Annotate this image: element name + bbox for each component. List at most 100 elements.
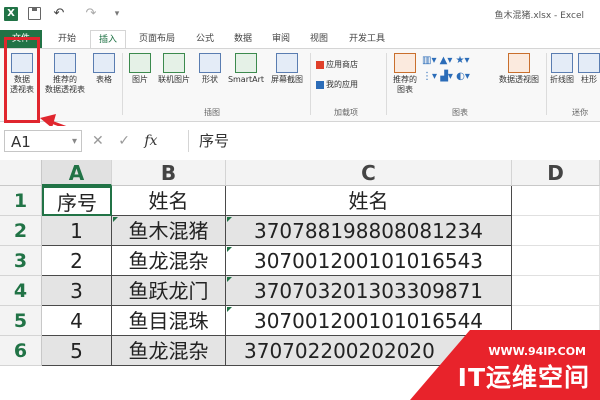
column-header-b[interactable]: B xyxy=(112,160,226,186)
cell-c2[interactable]: 370788198808081234 xyxy=(226,216,512,246)
cell-b5[interactable]: 鱼目混珠 xyxy=(112,306,226,336)
tab-developer[interactable]: 开发工具 xyxy=(342,30,392,48)
cell-b6[interactable]: 鱼龙混杂 xyxy=(112,336,226,366)
cell-a4[interactable]: 3 xyxy=(42,276,112,306)
column-header-c[interactable]: C xyxy=(226,160,512,186)
table-button[interactable]: 表格 xyxy=(90,53,118,85)
recommended-charts-button[interactable]: 推荐的 图表 xyxy=(390,53,420,95)
undo-icon[interactable]: ↶ xyxy=(52,7,66,21)
tab-home[interactable]: 开始 xyxy=(50,30,84,48)
select-all-corner[interactable] xyxy=(0,160,42,186)
tab-review[interactable]: 审阅 xyxy=(266,30,296,48)
cell-a6[interactable]: 5 xyxy=(42,336,112,366)
excel-logo-icon: X xyxy=(4,7,18,21)
screenshot-icon xyxy=(276,53,298,73)
recommended-pivot-icon xyxy=(54,53,76,73)
row-header[interactable]: 5 xyxy=(0,306,42,336)
tab-page-layout[interactable]: 页面布局 xyxy=(132,30,182,48)
cell-d4[interactable] xyxy=(512,276,600,306)
error-indicator-icon xyxy=(227,247,232,252)
row-header[interactable]: 6 xyxy=(0,336,42,366)
tab-insert[interactable]: 插入 xyxy=(90,30,126,50)
table-icon xyxy=(93,53,115,73)
sparkline-column-label: 柱形 xyxy=(581,75,597,84)
app-store-button[interactable]: 应用商店 xyxy=(316,59,358,71)
ribbon-tabs: 文件 开始 插入 页面布局 公式 数据 审阅 视图 开发工具 xyxy=(0,30,600,50)
shapes-icon xyxy=(199,53,221,73)
highlight-box xyxy=(4,37,40,123)
row-header[interactable]: 3 xyxy=(0,246,42,276)
redo-icon[interactable]: ↷ xyxy=(84,7,98,21)
row-header[interactable]: 1 xyxy=(0,186,42,216)
name-box[interactable]: A1 xyxy=(4,130,82,153)
ribbon-separator xyxy=(546,53,547,115)
column-header-a[interactable]: A xyxy=(42,160,112,186)
cell-d2[interactable] xyxy=(512,216,600,246)
online-picture-button[interactable]: 联机图片 xyxy=(154,53,194,85)
cell-d3[interactable] xyxy=(512,246,600,276)
cell-a5[interactable]: 4 xyxy=(42,306,112,336)
group-label-charts: 图表 xyxy=(452,108,468,117)
cancel-icon[interactable]: ✕ xyxy=(92,133,104,149)
group-label-addins: 加载项 xyxy=(334,108,358,117)
sparkline-line-button[interactable]: 折线图 xyxy=(548,53,576,85)
shapes-button[interactable]: 形状 xyxy=(196,53,224,85)
cell-b1[interactable]: 姓名 xyxy=(112,186,226,216)
error-indicator-icon xyxy=(113,217,118,222)
store-icon xyxy=(316,60,324,69)
sparkline-line-label: 折线图 xyxy=(550,75,574,84)
cell-b4[interactable]: 鱼跃龙门 xyxy=(112,276,226,306)
cell-c1[interactable]: 姓名 xyxy=(226,186,512,216)
sparkline-column-button[interactable]: 柱形 xyxy=(578,53,600,85)
online-picture-icon xyxy=(163,53,185,73)
error-indicator-icon xyxy=(227,217,232,222)
recommended-charts-icon xyxy=(394,53,416,73)
cell-c3[interactable]: 307001200101016543 xyxy=(226,246,512,276)
row-header[interactable]: 4 xyxy=(0,276,42,306)
formula-controls: ✕ ✓ fx xyxy=(92,130,167,152)
error-indicator-icon xyxy=(227,307,232,312)
my-apps-label: 我的应用 xyxy=(326,80,358,89)
smartart-icon xyxy=(235,53,257,73)
screenshot-label: 屏幕截图 xyxy=(271,75,303,84)
recommended-charts-label: 推荐的 图表 xyxy=(393,75,417,94)
screenshot-button[interactable]: 屏幕截图 xyxy=(266,53,308,85)
smartart-button[interactable]: SmartArt xyxy=(226,53,266,85)
cell-a2[interactable]: 1 xyxy=(42,216,112,246)
formula-bar: A1 ✕ ✓ fx 序号 xyxy=(0,126,600,156)
chart-type-buttons[interactable]: ⋮▾ ▟▾ ◐▾ xyxy=(422,71,470,83)
picture-label: 图片 xyxy=(132,75,148,84)
formula-input[interactable]: 序号 xyxy=(188,130,600,152)
chart-type-buttons[interactable]: ▥▾ ▲▾ ★▾ xyxy=(422,55,470,67)
tab-view[interactable]: 视图 xyxy=(304,30,334,48)
cell-a3[interactable]: 2 xyxy=(42,246,112,276)
tab-data[interactable]: 数据 xyxy=(228,30,258,48)
sparkline-column-icon xyxy=(578,53,600,73)
cell-a1[interactable]: 序号 xyxy=(42,186,112,216)
picture-button[interactable]: 图片 xyxy=(126,53,154,85)
pivot-chart-button[interactable]: 数据透视图 xyxy=(494,53,544,85)
ribbon-insert: 数据 透视表 推荐的 数据透视表 表格 图片 联机图片 形状 SmartArt … xyxy=(0,48,600,122)
title-bar: X ↶ ↷ ▾ 鱼木混猪.xlsx - Excel xyxy=(0,0,600,30)
my-apps-button[interactable]: 我的应用 xyxy=(316,79,358,91)
recommended-pivot-label: 推荐的 数据透视表 xyxy=(45,75,85,94)
cell-b3[interactable]: 鱼龙混杂 xyxy=(112,246,226,276)
smartart-label: SmartArt xyxy=(227,75,265,84)
column-header-d[interactable]: D xyxy=(512,160,600,186)
group-label-illustrations: 插图 xyxy=(204,108,220,117)
ribbon-separator xyxy=(310,53,311,115)
pivot-chart-icon xyxy=(508,53,530,73)
enter-icon[interactable]: ✓ xyxy=(118,133,130,149)
cell-b2[interactable]: 鱼木混猪 xyxy=(112,216,226,246)
save-icon[interactable] xyxy=(28,7,41,20)
customize-toolbar-icon[interactable]: ▾ xyxy=(110,7,124,21)
watermark-url: WWW.94IP.COM xyxy=(488,345,586,358)
recommended-pivot-button[interactable]: 推荐的 数据透视表 xyxy=(42,53,88,95)
cell-c4[interactable]: 370703201303309871 xyxy=(226,276,512,306)
tab-formulas[interactable]: 公式 xyxy=(190,30,220,48)
insert-function-icon[interactable]: fx xyxy=(144,133,157,149)
sparkline-line-icon xyxy=(551,53,573,73)
row-header[interactable]: 2 xyxy=(0,216,42,246)
cell-d1[interactable] xyxy=(512,186,600,216)
apps-icon xyxy=(316,80,324,89)
